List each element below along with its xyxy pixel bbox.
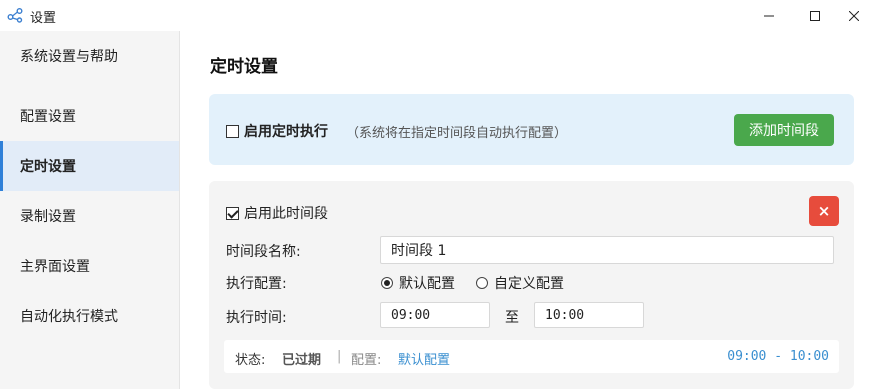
status-separator: | — [337, 349, 342, 364]
checkbox-unchecked-icon — [226, 124, 239, 138]
sidebar-item-label: 录制设置 — [20, 209, 76, 225]
start-time-input[interactable]: 09:00 — [380, 302, 490, 328]
sidebar-item-main-ui[interactable]: 主界面设置 — [0, 241, 179, 291]
schedule-hint: （系统将在指定时间段自动执行配置） — [346, 126, 568, 141]
exec-config-label: 执行配置: — [226, 276, 287, 292]
time-range: 09:00 - 10:00 — [727, 349, 829, 364]
end-time-input[interactable]: 10:00 — [534, 302, 644, 328]
radio-default-config[interactable]: 默认配置 — [381, 273, 455, 293]
radio-custom-config-label: 自定义配置 — [494, 276, 564, 292]
status-value: 已过期 — [282, 353, 322, 368]
sidebar-item-label: 自动化执行模式 — [20, 309, 118, 325]
sidebar: 系统设置与帮助 配置设置 定时设置 录制设置 主界面设置 自动化执行模式 — [0, 31, 180, 389]
sidebar-item-automation-mode[interactable]: 自动化执行模式 — [0, 291, 179, 341]
exec-time-label: 执行时间: — [226, 310, 287, 326]
schedule-panel: 启用定时执行 （系统将在指定时间段自动执行配置） 添加时间段 — [209, 94, 854, 165]
sidebar-item-label: 配置设置 — [20, 109, 76, 125]
status-bar: 状态: 已过期 | 配置: 默认配置 09:00 - 10:00 — [224, 340, 839, 373]
radio-selected-icon — [381, 277, 393, 289]
status-label: 状态: — [235, 353, 266, 368]
config-value: 默认配置 — [398, 353, 451, 368]
enable-schedule-label: 启用定时执行 — [244, 124, 328, 140]
app-share-icon — [7, 8, 23, 23]
close-button[interactable] — [838, 0, 869, 31]
enable-period-checkbox[interactable]: 启用此时间段 — [226, 203, 328, 223]
sidebar-item-label: 主界面设置 — [20, 259, 90, 275]
enable-schedule-checkbox[interactable]: 启用定时执行 — [226, 121, 328, 141]
config-label: 配置: — [351, 353, 382, 368]
maximize-icon — [810, 10, 820, 21]
radio-default-config-label: 默认配置 — [399, 276, 455, 292]
window-title: 设置 — [30, 11, 57, 26]
sidebar-item-label: 系统设置与帮助 — [20, 49, 118, 65]
sidebar-item-recording[interactable]: 录制设置 — [0, 191, 179, 241]
close-icon — [848, 10, 859, 21]
period-card: 启用此时间段 × 时间段名称: 时间段 1 执行配置: 默认配置 自定义配置 执… — [209, 181, 854, 389]
sidebar-item-system-help[interactable]: 系统设置与帮助 — [0, 31, 179, 81]
add-period-button[interactable]: 添加时间段 — [734, 114, 834, 146]
radio-custom-config[interactable]: 自定义配置 — [476, 273, 564, 293]
title-bar: 设置 — [0, 0, 869, 31]
page-title: 定时设置 — [210, 57, 278, 77]
delete-period-button[interactable]: × — [809, 196, 839, 226]
checkbox-checked-icon — [226, 206, 239, 220]
sidebar-item-label: 定时设置 — [20, 159, 76, 175]
period-name-input[interactable]: 时间段 1 — [380, 236, 834, 264]
radio-unselected-icon — [476, 277, 488, 289]
enable-period-label: 启用此时间段 — [244, 206, 328, 222]
sidebar-item-config[interactable]: 配置设置 — [0, 91, 179, 141]
sidebar-item-schedule[interactable]: 定时设置 — [0, 141, 179, 191]
minimize-button[interactable] — [746, 0, 792, 31]
minimize-icon — [764, 15, 774, 16]
to-label: 至 — [505, 310, 519, 326]
maximize-button[interactable] — [792, 0, 838, 31]
period-name-label: 时间段名称: — [226, 244, 301, 260]
